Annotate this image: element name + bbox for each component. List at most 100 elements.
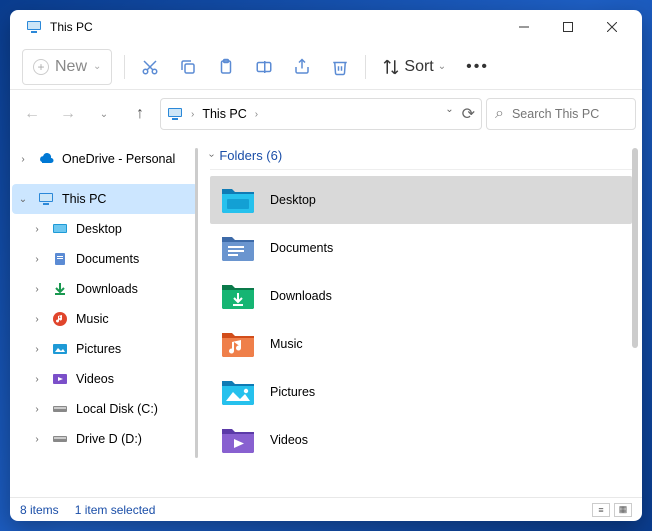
expand-icon[interactable]: ›: [16, 154, 30, 165]
nav-label: OneDrive - Personal: [62, 152, 175, 166]
this-pc-icon: [38, 191, 54, 207]
address-dropdown[interactable]: ⌄: [445, 104, 453, 124]
folder-label: Downloads: [270, 289, 332, 303]
chevron-down-icon: ⌄: [93, 61, 101, 72]
navigation-pane: › OneDrive - Personal ⌄ This PC › Deskto…: [10, 138, 200, 497]
icons-view-button[interactable]: ▦: [614, 503, 632, 517]
minimize-button[interactable]: [502, 10, 546, 44]
separator: [124, 55, 125, 79]
folder-item-downloads[interactable]: Downloads: [210, 272, 632, 320]
expand-icon[interactable]: ›: [30, 434, 44, 445]
rename-button[interactable]: [245, 49, 283, 85]
chevron-down-icon: ›: [206, 154, 217, 157]
this-pc-icon: [167, 106, 183, 122]
sort-button[interactable]: Sort ⌄: [372, 49, 456, 85]
expand-icon[interactable]: ›: [30, 314, 44, 325]
toolbar: + New ⌄ Sort ⌄ •••: [10, 44, 642, 90]
new-button[interactable]: + New ⌄: [22, 49, 112, 85]
main-pane: › Folders (6) Desktop Documents Download…: [200, 138, 642, 497]
pictures-icon: [52, 341, 68, 357]
search-icon: ⌕: [495, 105, 504, 123]
videos-icon: [52, 371, 68, 387]
nav-label: Music: [76, 312, 109, 326]
folder-label: Pictures: [270, 385, 315, 399]
nav-label: Downloads: [76, 282, 138, 296]
expand-icon[interactable]: ›: [30, 224, 44, 235]
delete-button[interactable]: [321, 49, 359, 85]
cloud-icon: [38, 151, 54, 167]
nav-item-pictures[interactable]: › Pictures: [12, 334, 198, 364]
nav-label: Drive D (D:): [76, 432, 142, 446]
address-bar-row: ← → ⌄ ↑ › This PC › ⌄ ⟳ ⌕: [10, 90, 642, 138]
up-button[interactable]: ↑: [124, 98, 156, 130]
nav-label: This PC: [62, 192, 106, 206]
copy-button[interactable]: [169, 49, 207, 85]
folder-item-documents[interactable]: Documents: [210, 224, 632, 272]
nav-item-local-disk-c[interactable]: › Local Disk (C:): [12, 394, 198, 424]
recent-dropdown[interactable]: ⌄: [88, 98, 120, 130]
this-pc-icon: [26, 19, 42, 35]
expand-icon[interactable]: ›: [30, 374, 44, 385]
status-bar: 8 items 1 item selected ≡ ▦: [10, 497, 642, 521]
nav-label: Local Disk (C:): [76, 402, 158, 416]
nav-item-onedrive[interactable]: › OneDrive - Personal: [12, 144, 198, 174]
forward-button[interactable]: →: [52, 98, 84, 130]
close-button[interactable]: [590, 10, 634, 44]
refresh-button[interactable]: ⟳: [462, 104, 475, 124]
nav-label: Pictures: [76, 342, 121, 356]
paste-button[interactable]: [207, 49, 245, 85]
window-title: This PC: [50, 20, 502, 34]
nav-item-drive-d[interactable]: › Drive D (D:): [12, 424, 198, 454]
main-scrollbar[interactable]: [632, 148, 638, 348]
folder-item-desktop[interactable]: Desktop: [210, 176, 632, 224]
nav-item-this-pc[interactable]: ⌄ This PC: [12, 184, 198, 214]
chevron-right-icon: ›: [255, 109, 258, 120]
nav-item-videos[interactable]: › Videos: [12, 364, 198, 394]
nav-item-desktop[interactable]: › Desktop: [12, 214, 198, 244]
back-button[interactable]: ←: [16, 98, 48, 130]
folder-label: Music: [270, 337, 303, 351]
documents-icon: [52, 251, 68, 267]
maximize-button[interactable]: [546, 10, 590, 44]
breadcrumb-item[interactable]: This PC: [202, 107, 246, 121]
collapse-icon[interactable]: ⌄: [16, 194, 30, 205]
sort-label: Sort: [404, 58, 433, 76]
disk-icon: [52, 401, 68, 417]
item-count: 8 items: [20, 503, 59, 517]
nav-label: Documents: [76, 252, 139, 266]
nav-item-documents[interactable]: › Documents: [12, 244, 198, 274]
section-header[interactable]: › Folders (6): [210, 146, 632, 170]
nav-item-downloads[interactable]: › Downloads: [12, 274, 198, 304]
folder-label: Documents: [270, 241, 333, 255]
content-body: › OneDrive - Personal ⌄ This PC › Deskto…: [10, 138, 642, 497]
share-button[interactable]: [283, 49, 321, 85]
new-label: New: [55, 58, 87, 76]
nav-label: Videos: [76, 372, 114, 386]
expand-icon[interactable]: ›: [30, 254, 44, 265]
chevron-down-icon: ⌄: [438, 61, 446, 72]
expand-icon[interactable]: ›: [30, 284, 44, 295]
nav-scrollbar[interactable]: [195, 148, 198, 458]
details-view-button[interactable]: ≡: [592, 503, 610, 517]
search-input[interactable]: [512, 107, 627, 121]
address-box[interactable]: › This PC › ⌄ ⟳: [160, 98, 482, 130]
folder-list: Desktop Documents Downloads Music Pictur…: [210, 176, 632, 464]
expand-icon[interactable]: ›: [30, 404, 44, 415]
chevron-right-icon: ›: [191, 109, 194, 120]
music-icon: [52, 311, 68, 327]
separator: [365, 55, 366, 79]
downloads-folder-icon: [220, 281, 256, 311]
selection-count: 1 item selected: [75, 503, 156, 517]
music-folder-icon: [220, 329, 256, 359]
videos-folder-icon: [220, 425, 256, 455]
search-box[interactable]: ⌕: [486, 98, 636, 130]
folder-label: Desktop: [270, 193, 316, 207]
expand-icon[interactable]: ›: [30, 344, 44, 355]
nav-item-music[interactable]: › Music: [12, 304, 198, 334]
cut-button[interactable]: [131, 49, 169, 85]
folder-item-pictures[interactable]: Pictures: [210, 368, 632, 416]
more-button[interactable]: •••: [456, 49, 499, 85]
folder-item-videos[interactable]: Videos: [210, 416, 632, 464]
folder-item-music[interactable]: Music: [210, 320, 632, 368]
plus-icon: +: [33, 59, 49, 75]
